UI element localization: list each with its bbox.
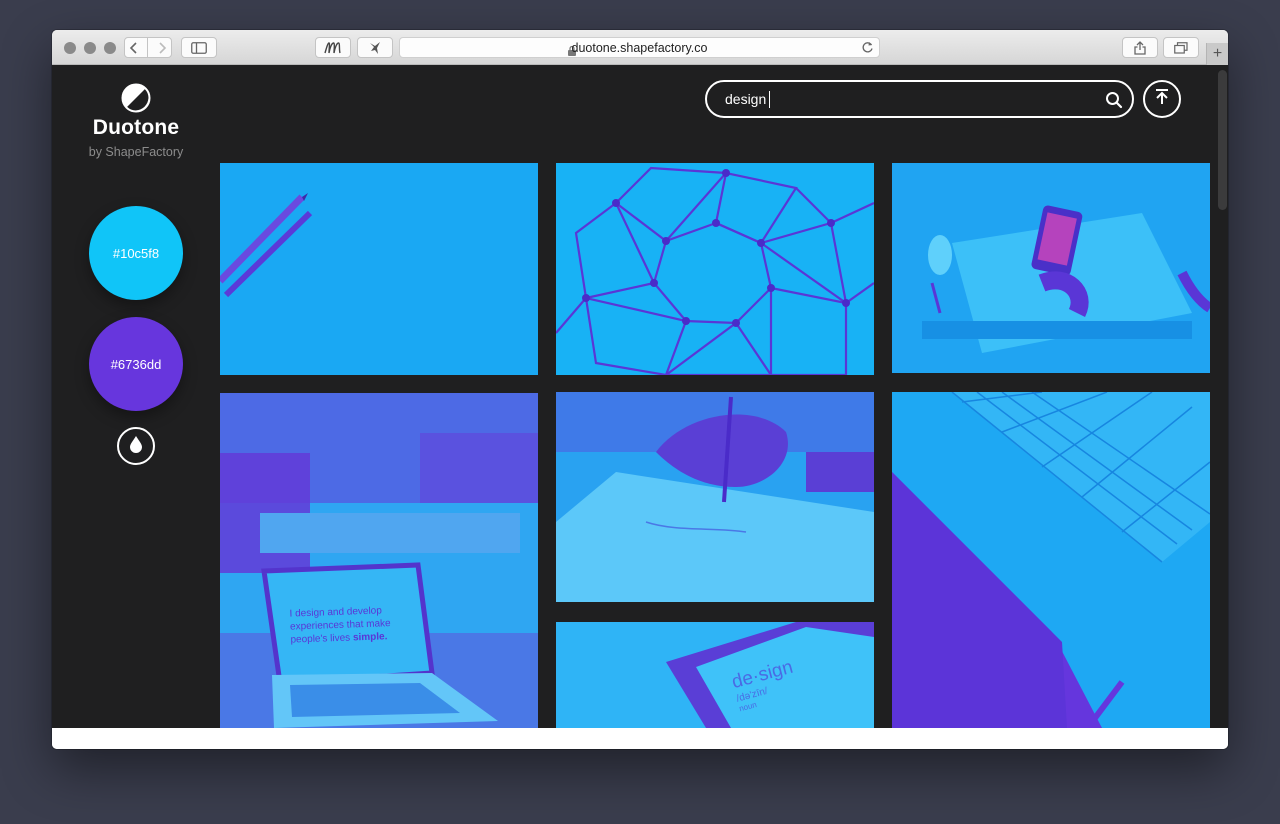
highlight-color-label: #10c5f8 xyxy=(112,245,160,261)
back-forward-buttons[interactable] xyxy=(124,37,172,58)
image-tile-laptop[interactable]: I design and develop experiences that ma… xyxy=(220,393,538,728)
search-input[interactable] xyxy=(725,89,1095,109)
brand-subtitle: by ShapeFactory xyxy=(88,145,184,159)
share-button[interactable] xyxy=(1122,37,1158,58)
browser-toolbar: duotone.shapefactory.co + xyxy=(52,30,1228,65)
shadow-color-swatch[interactable]: #6736dd xyxy=(89,317,183,411)
duotone-logo-icon xyxy=(121,83,151,118)
address-bar[interactable]: duotone.shapefactory.co xyxy=(399,37,880,58)
search-field[interactable] xyxy=(705,80,1134,118)
page-bottom-strip xyxy=(52,728,1228,749)
image-tile-tablet-keyboard[interactable] xyxy=(892,392,1210,728)
sidebar-icon xyxy=(191,41,207,54)
image-tile-hand-drawing[interactable] xyxy=(556,392,874,602)
tabs-overview-button[interactable] xyxy=(1163,37,1199,58)
shadow-color-label: #6736dd xyxy=(110,356,162,372)
laptop-screen-text: I design and develop experiences that ma… xyxy=(289,605,391,646)
share-icon xyxy=(1134,40,1146,55)
close-window-button[interactable] xyxy=(64,42,76,54)
extension-m-button[interactable] xyxy=(315,37,351,58)
extension-bird-icon xyxy=(367,40,383,56)
browser-window: duotone.shapefactory.co + Duotone by Sha… xyxy=(52,30,1228,749)
image-tile-desk-phone[interactable] xyxy=(892,163,1210,373)
image-tile-pencils[interactable] xyxy=(220,163,538,375)
back-icon[interactable] xyxy=(129,41,139,54)
reload-icon[interactable] xyxy=(861,41,874,59)
upload-button[interactable] xyxy=(1143,80,1181,118)
search-icon[interactable] xyxy=(1105,91,1123,114)
image-tile-phone-dictionary[interactable]: de·sign /də'zīn/ noun xyxy=(556,622,874,728)
new-tab-icon: + xyxy=(1212,45,1223,62)
page: Duotone by ShapeFactory #10c5f8 #6736dd xyxy=(52,65,1228,728)
upload-icon xyxy=(1153,88,1171,111)
text-caret xyxy=(769,91,770,108)
extension-bird-button[interactable] xyxy=(357,37,393,58)
extension-m-icon xyxy=(323,40,343,56)
tabs-icon xyxy=(1174,41,1188,54)
brand-title: Duotone xyxy=(92,116,180,139)
minimize-window-button[interactable] xyxy=(84,42,96,54)
highlight-color-swatch[interactable]: #10c5f8 xyxy=(89,206,183,300)
image-tile-geodesic[interactable] xyxy=(556,163,874,375)
randomize-colors-button[interactable] xyxy=(117,427,155,465)
drop-icon xyxy=(129,435,143,458)
page-scrollbar[interactable] xyxy=(1218,70,1227,210)
url-text: duotone.shapefactory.co xyxy=(571,41,708,55)
sidebar-button[interactable] xyxy=(181,37,217,58)
zoom-window-button[interactable] xyxy=(104,42,116,54)
forward-icon[interactable] xyxy=(157,41,167,54)
new-tab-button[interactable]: + xyxy=(1206,43,1228,65)
